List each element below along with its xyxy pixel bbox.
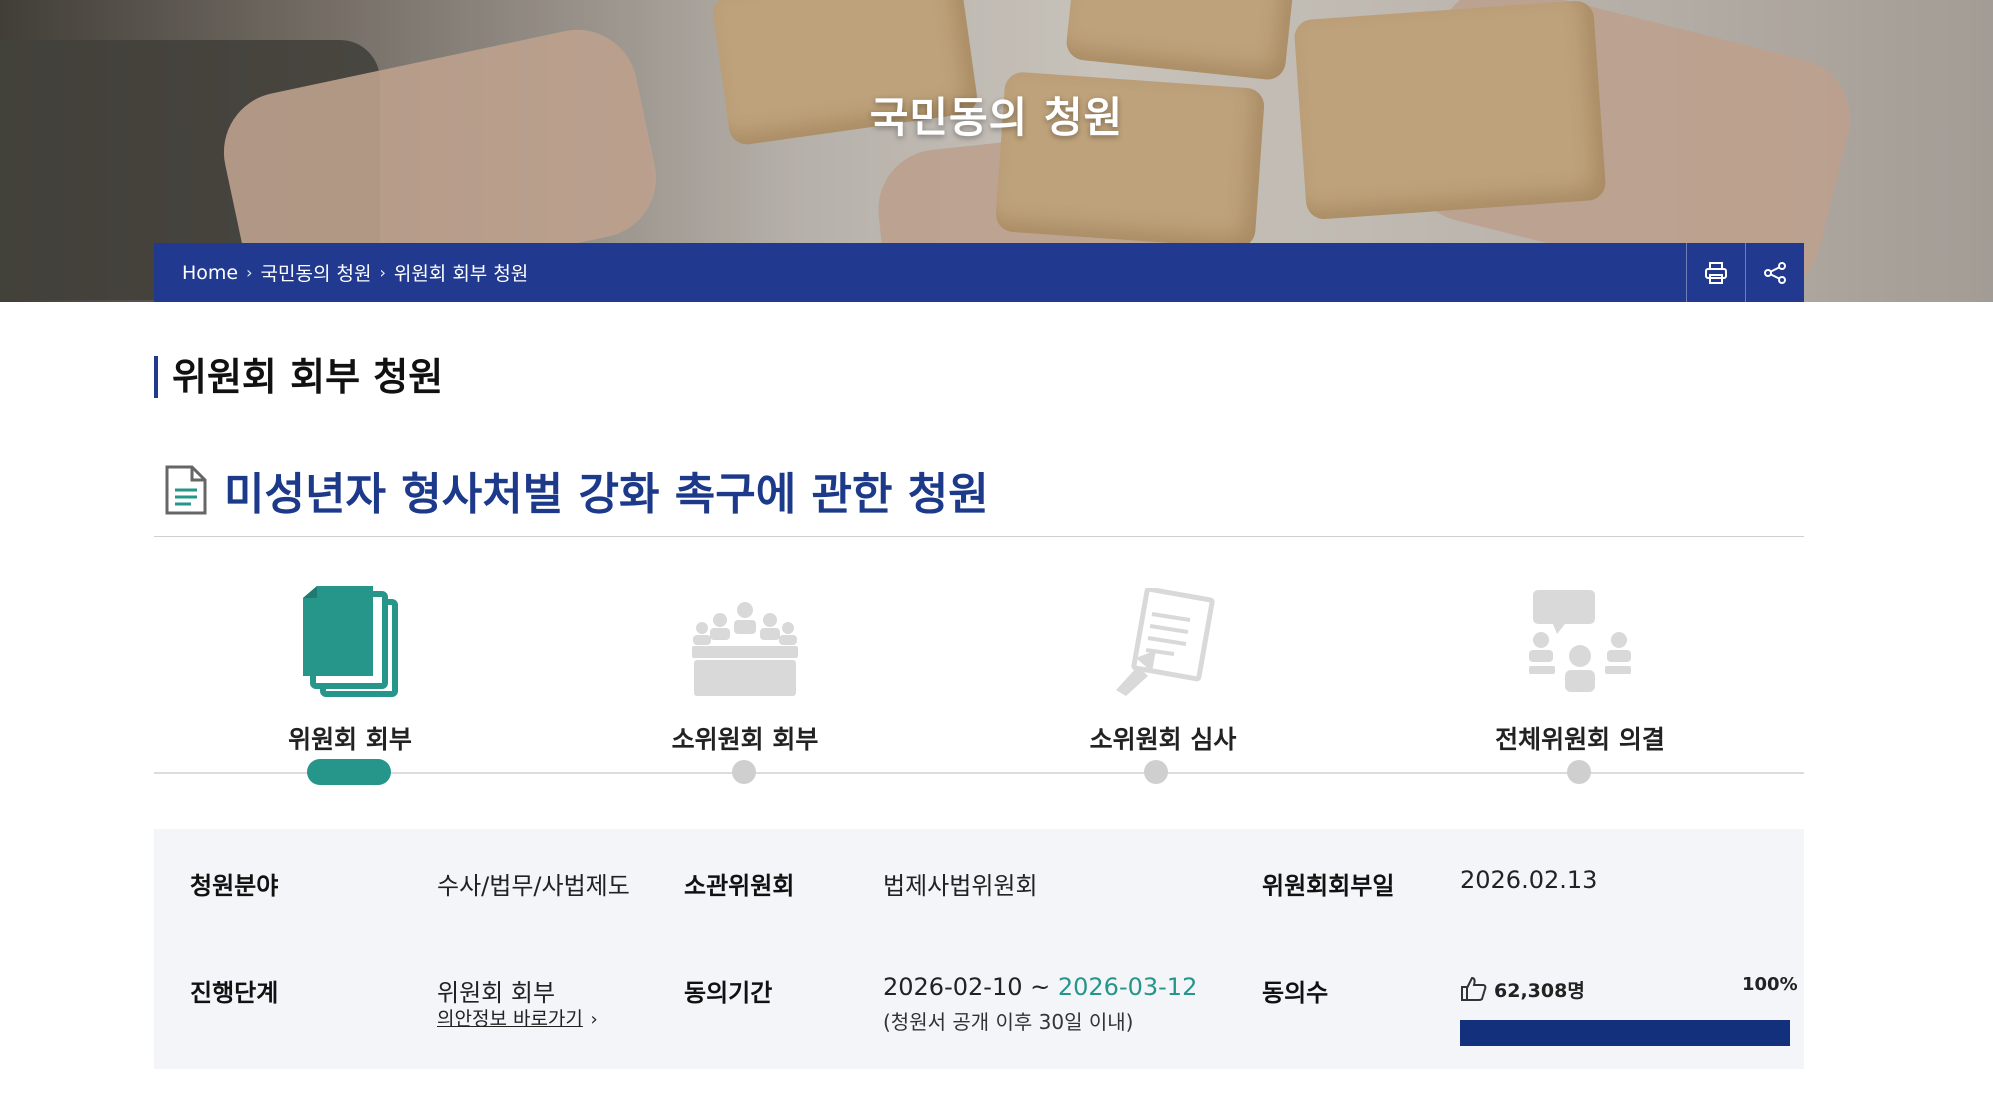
field-value: 수사/법무/사법제도	[437, 872, 630, 900]
period-label: 동의기간	[684, 979, 773, 1007]
meeting-icon	[692, 602, 798, 696]
step-label: 소위원회 회부	[671, 725, 819, 754]
period-start: 2026-02-10 ~	[883, 973, 1051, 1001]
documents-icon	[303, 586, 398, 697]
votes-label: 동의수	[1262, 979, 1329, 1007]
chevron-right-icon: ›	[590, 1009, 598, 1030]
bill-info-link-text[interactable]: 의안정보 바로가기	[437, 1008, 583, 1030]
divider	[154, 536, 1804, 537]
step-label: 전체위원회 의결	[1495, 725, 1665, 754]
votes-value: 62,308명	[1494, 979, 1585, 1002]
step-label: 소위원회 심사	[1089, 725, 1237, 754]
step-subcommittee-referral: 소위원회 회부	[625, 578, 865, 756]
committee-label: 소관위원회	[684, 872, 795, 900]
review-icon	[1116, 588, 1215, 696]
progress-timeline	[154, 772, 1804, 774]
breadcrumb-petition[interactable]: 국민동의 청원	[261, 259, 372, 286]
votes-progress-fill	[1460, 1020, 1790, 1046]
step-committee-referral: 위원회 회부	[230, 578, 470, 756]
hero-title: 국민동의 청원	[869, 93, 1124, 142]
committee-value: 법제사법위원회	[883, 872, 1038, 900]
print-button[interactable]	[1686, 243, 1745, 302]
referral-date-value: 2026.02.13	[1460, 866, 1598, 894]
step-dot	[732, 760, 756, 784]
votes-progress-bar	[1460, 1020, 1790, 1046]
stage-label: 진행단계	[190, 979, 279, 1007]
breadcrumb: Home › 국민동의 청원 › 위원회 회부 청원	[154, 259, 1686, 286]
share-icon	[1764, 261, 1786, 284]
breadcrumb-current: 위원회 회부 청원	[393, 263, 529, 285]
field-label: 청원분야	[190, 872, 279, 900]
step-subcommittee-review: 소위원회 심사	[1043, 578, 1283, 756]
step-dot	[1567, 760, 1591, 784]
step-label: 위원회 회부	[288, 725, 412, 754]
section-title: 위원회 회부 청원	[154, 356, 443, 398]
period-end: 2026-03-12	[1057, 973, 1198, 1001]
step-dot-active	[307, 759, 391, 785]
step-dot	[1144, 760, 1168, 784]
thumbs-up-icon	[1461, 976, 1487, 1001]
discussion-icon	[1529, 590, 1631, 692]
votes-count: 62,308명	[1460, 975, 1585, 1003]
petition-header: 미성년자 형사처벌 강화 촉구에 관한 청원	[164, 458, 989, 522]
breadcrumb-separator: ›	[379, 263, 386, 282]
votes-percent: 100%	[1742, 974, 1798, 995]
referral-date-label: 위원회회부일	[1262, 872, 1395, 900]
period-note: (청원서 공개 이후 30일 이내)	[883, 1010, 1134, 1034]
breadcrumb-separator: ›	[246, 263, 253, 282]
document-icon	[165, 465, 207, 515]
bill-info-link[interactable]: 의안정보 바로가기 ›	[437, 1003, 598, 1031]
period-range: 2026-02-10 ~ 2026-03-12	[883, 973, 1197, 1001]
share-button[interactable]	[1745, 243, 1804, 302]
breadcrumb-home[interactable]: Home	[182, 262, 238, 284]
petition-title: 미성년자 형사처벌 강화 촉구에 관한 청원	[224, 469, 989, 520]
breadcrumb-bar: Home › 국민동의 청원 › 위원회 회부 청원	[154, 243, 1804, 302]
step-plenary-vote: 전체위원회 의결	[1460, 578, 1700, 756]
print-icon	[1705, 261, 1727, 284]
